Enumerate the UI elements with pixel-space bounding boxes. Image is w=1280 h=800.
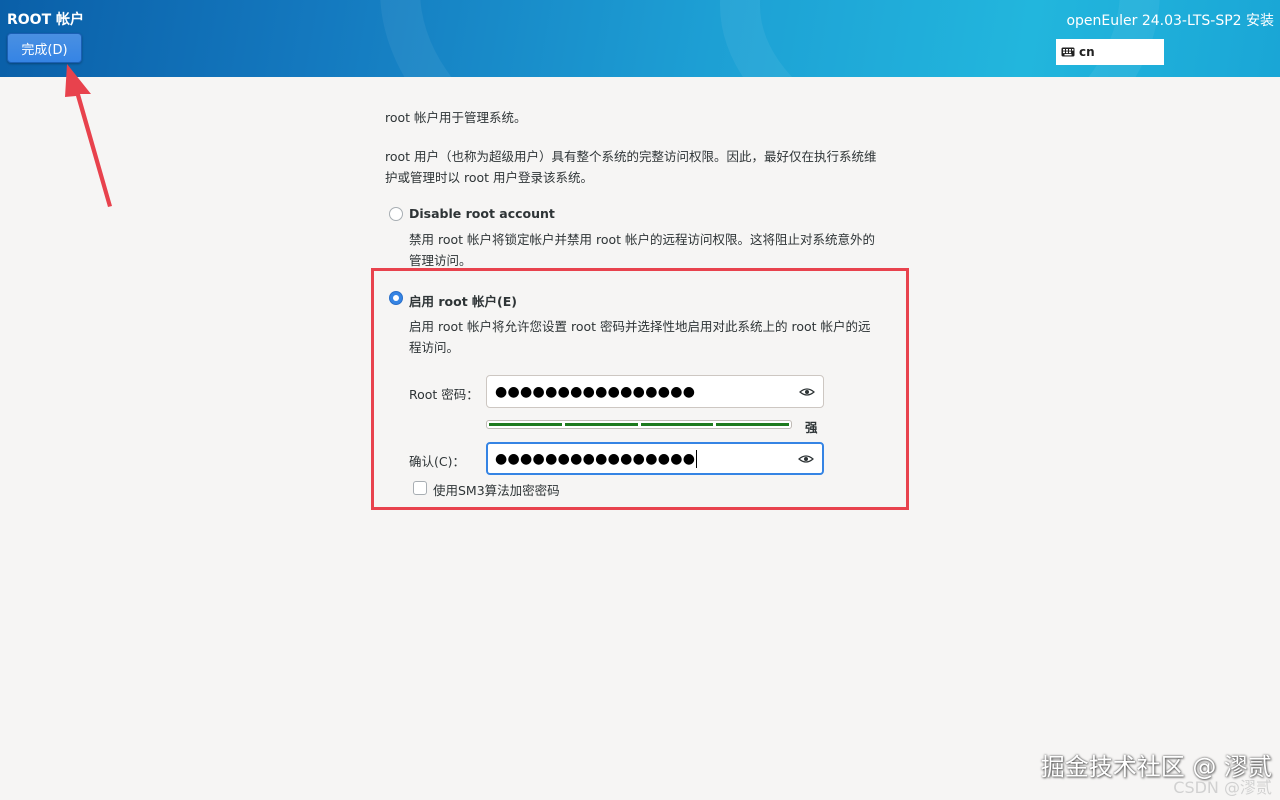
confirm-password-label: 确认(C)： bbox=[409, 454, 465, 469]
keyboard-layout-label: cn bbox=[1079, 45, 1095, 59]
enable-root-radio[interactable] bbox=[389, 291, 403, 305]
show-password-eye-icon[interactable] bbox=[798, 454, 814, 464]
keyboard-layout-indicator[interactable]: cn bbox=[1056, 39, 1164, 65]
spoke-title: ROOT 帐户 bbox=[7, 12, 85, 28]
root-password-value: ●●●●●●●●●●●●●●●● bbox=[495, 383, 696, 400]
confirm-password-value: ●●●●●●●●●●●●●●●● bbox=[495, 450, 696, 467]
enable-root-description: 启用 root 帐户将允许您设置 root 密码并选择性地启用对此系统上的 ro… bbox=[409, 319, 871, 334]
root-password-field[interactable]: ●●●●●●●●●●●●●●●● bbox=[486, 375, 824, 408]
intro-text: root 用户（也称为超级用户）具有整个系统的完整访问权限。因此，最好仅在执行系… bbox=[385, 149, 877, 164]
keyboard-icon bbox=[1061, 47, 1075, 57]
strength-segment bbox=[564, 423, 638, 426]
strength-segment bbox=[489, 423, 562, 426]
enable-root-label[interactable]: 启用 root 帐户(E) bbox=[409, 291, 517, 310]
strength-segment bbox=[640, 423, 714, 426]
disable-root-description: 禁用 root 帐户将锁定帐户并禁用 root 帐户的远程访问权限。这将阻止对系… bbox=[409, 232, 876, 247]
disable-root-label[interactable]: Disable root account bbox=[409, 206, 555, 221]
header-banner: ROOT 帐户 完成(D) openEuler 24.03-LTS-SP2 安装… bbox=[0, 0, 1280, 77]
watermark: CSDN @漻贰 bbox=[1173, 778, 1272, 797]
sm3-encrypt-checkbox[interactable] bbox=[413, 481, 427, 495]
product-title: openEuler 24.03-LTS-SP2 安装 bbox=[1066, 13, 1274, 29]
done-button[interactable]: 完成(D) bbox=[7, 33, 82, 63]
root-password-label: Root 密码： bbox=[409, 387, 479, 402]
confirm-password-field[interactable]: ●●●●●●●●●●●●●●●● bbox=[486, 442, 824, 475]
intro-text: 护或管理时以 root 用户登录该系统。 bbox=[385, 170, 594, 185]
disable-root-radio[interactable] bbox=[389, 207, 403, 221]
intro-text: root 帐户用于管理系统。 bbox=[385, 110, 527, 125]
sm3-encrypt-label[interactable]: 使用SM3算法加密密码 bbox=[433, 480, 560, 499]
password-strength-label: 强 bbox=[805, 420, 818, 435]
annotation-arrow-icon bbox=[65, 64, 112, 207]
enable-root-description: 程访问。 bbox=[409, 340, 460, 355]
show-password-eye-icon[interactable] bbox=[799, 387, 815, 397]
strength-segment bbox=[716, 423, 789, 426]
password-strength-bar bbox=[486, 420, 792, 429]
text-cursor bbox=[696, 449, 698, 468]
